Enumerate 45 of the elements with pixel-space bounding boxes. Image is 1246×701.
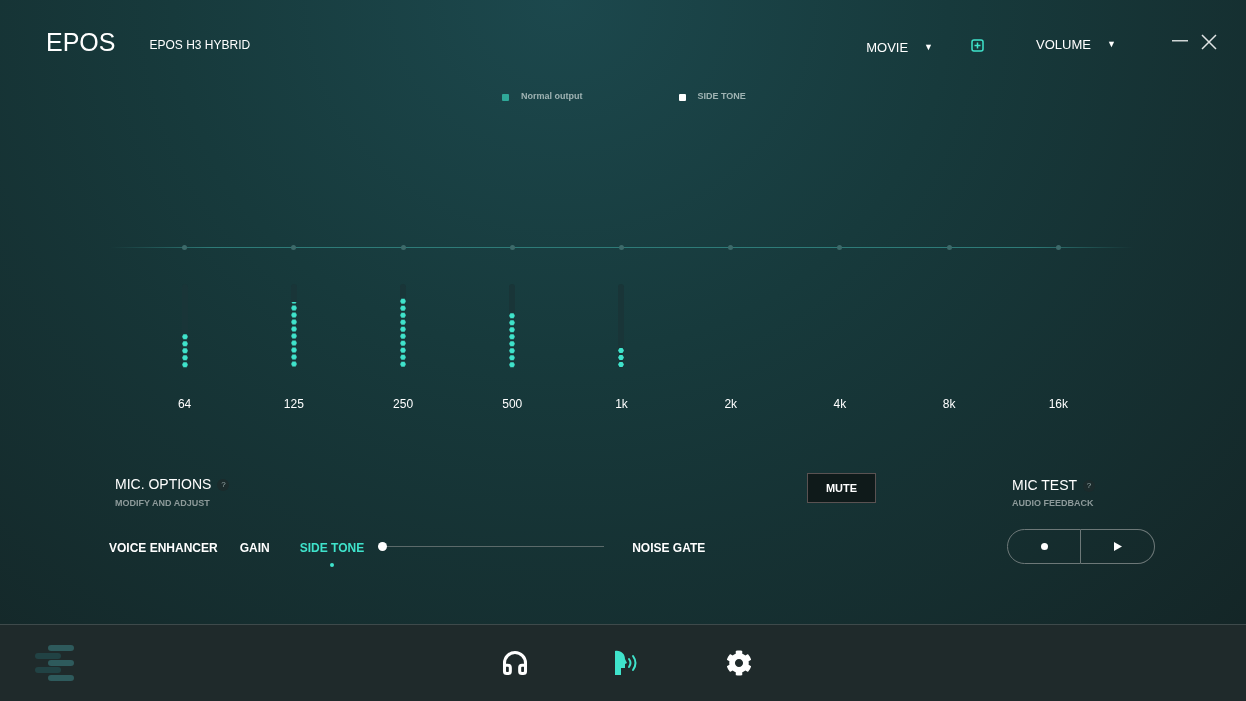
add-icon[interactable]: [971, 39, 984, 52]
close-icon[interactable]: [1200, 34, 1217, 50]
device-name: EPOS H3 HYBRID: [149, 37, 251, 54]
section-subtitle: AUDIO FEEDBACK: [1012, 497, 1095, 510]
eq-band-handle[interactable]: [182, 245, 188, 250]
mute-button[interactable]: MUTE: [807, 473, 876, 503]
preset-dropdown[interactable]: MOVIE ▼: [866, 38, 933, 58]
headphones-icon: [501, 649, 529, 677]
eq-band-handle[interactable]: [291, 245, 297, 250]
minimize-icon[interactable]: [1171, 40, 1188, 42]
eq-band-handle[interactable]: [509, 245, 515, 250]
frequency-label: 125: [283, 396, 304, 413]
eq-band-handle[interactable]: [728, 245, 734, 250]
eq-band-handle[interactable]: [1055, 245, 1061, 250]
legend-label: SIDE TONE: [697, 90, 746, 104]
help-icon[interactable]: ?: [1083, 479, 1096, 492]
frequency-label: 8k: [942, 396, 956, 413]
frequency-label: 1k: [615, 396, 628, 413]
legend-label: Normal output: [521, 90, 583, 104]
mic-tab[interactable]: NOISE GATE: [632, 529, 706, 567]
mic-tab[interactable]: GAIN: [239, 529, 270, 567]
record-icon: [1040, 543, 1048, 550]
frequency-label: 250: [393, 396, 414, 413]
settings-icon: [726, 650, 752, 676]
mode-dropdown[interactable]: VOLUME ▼: [1036, 35, 1116, 55]
frequency-label: 64: [177, 396, 192, 413]
frequency-label: 4k: [833, 396, 847, 413]
eq-band-handle[interactable]: [837, 245, 843, 250]
frequency-label: 2k: [724, 396, 738, 413]
eq-band-handle[interactable]: [619, 245, 624, 250]
frequency-label: 16k: [1048, 396, 1069, 413]
section-title: MIC. OPTIONS: [115, 475, 212, 494]
mic-tab[interactable]: SIDE TONE: [299, 529, 365, 567]
eq-band-handle[interactable]: [946, 245, 952, 250]
play-icon: [1113, 542, 1122, 551]
epos-logo: EPOS: [46, 30, 116, 54]
section-title: MIC TEST: [1012, 476, 1078, 495]
slider-thumb[interactable]: [378, 541, 388, 551]
menu-icon[interactable]: [35, 644, 75, 682]
help-icon[interactable]: ?: [217, 478, 230, 491]
mic-tab[interactable]: VOICE ENHANCER: [109, 529, 218, 567]
frequency-label: 500: [502, 396, 523, 413]
side-tone-slider[interactable]: [378, 541, 605, 551]
eq-band-handle[interactable]: [400, 245, 406, 250]
section-subtitle: MODIFY AND ADJUST: [115, 497, 211, 510]
